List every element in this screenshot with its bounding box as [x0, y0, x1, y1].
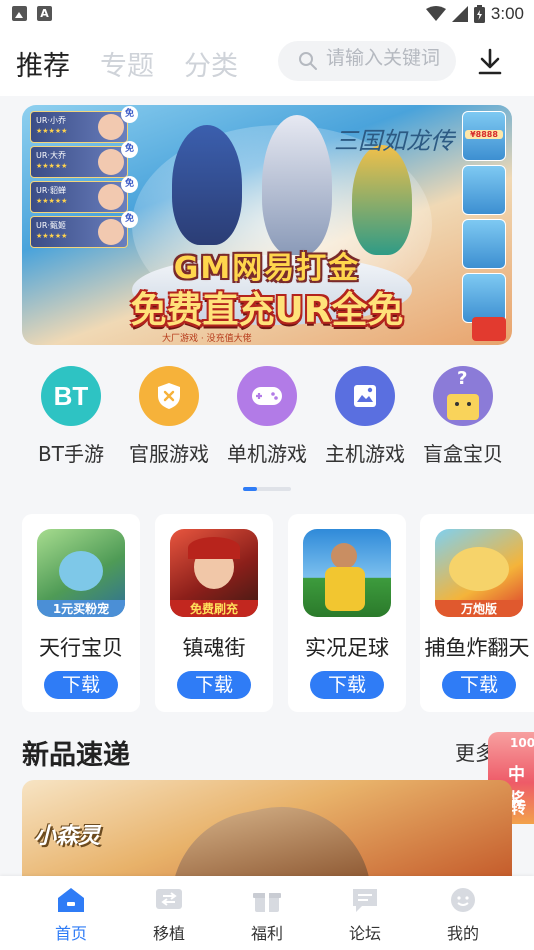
category-pager	[243, 487, 291, 491]
forum-icon	[351, 886, 379, 914]
category-row: BT BT手游 官服游戏 单机游戏 主机游戏 ? 盲盒宝贝	[0, 362, 534, 472]
nav-forum[interactable]: 论坛	[330, 886, 400, 944]
game-name: 实况足球	[305, 636, 389, 660]
tab-categories[interactable]: 分类	[184, 44, 238, 83]
ur-card: UR·小乔 ★★★★★ 免	[30, 106, 138, 143]
text-a-icon: A	[37, 6, 52, 21]
tab-topics[interactable]: 专题	[100, 44, 154, 83]
search-input[interactable]: 请输入关键词	[278, 41, 456, 81]
game-thumbnail: 万炮版	[435, 529, 523, 617]
featured-game-banner[interactable]: 小森灵	[22, 780, 512, 880]
ur-portrait	[98, 149, 124, 175]
wifi-icon	[425, 6, 446, 21]
game-thumbnail: 1元买粉宠	[37, 529, 125, 617]
parasol-art	[154, 790, 370, 880]
section-title-new-products: 新品速递	[22, 740, 130, 771]
download-button[interactable]: 下载	[177, 671, 251, 699]
reward-item: ¥8888	[462, 111, 506, 161]
game-thumbnail	[303, 529, 391, 617]
ur-card-list: UR·小乔 ★★★★★ 免 UR·大乔 ★★★★★ 免 UR·貂蝉 ★★★★★ …	[30, 106, 138, 251]
category-mystery-box[interactable]: ? 盲盒宝贝	[414, 362, 512, 467]
download-button[interactable]: 下载	[44, 671, 118, 699]
bottom-nav: 首页 移植 福利 论坛 我的	[0, 876, 534, 950]
hero-character-right	[352, 145, 412, 255]
clock: 3:00	[490, 4, 524, 23]
top-nav: 推荐 专题 分类 请输入关键词	[0, 30, 534, 96]
game-card[interactable]: 免费刷充 镇魂街 下载	[155, 514, 273, 712]
banner-game-logo: 三国如龙传	[334, 127, 454, 155]
game-name: 天行宝贝	[39, 636, 123, 660]
battery-icon	[473, 5, 485, 23]
hero-character-center	[262, 115, 332, 255]
pager-active-dot	[243, 487, 257, 491]
game-card[interactable]: 万炮版 捕鱼炸翻天 下载	[420, 514, 534, 712]
nav-profile[interactable]: 我的	[428, 886, 498, 944]
game-name: 镇魂街	[182, 636, 246, 660]
category-official-games[interactable]: 官服游戏	[120, 362, 218, 467]
category-single-player[interactable]: 单机游戏	[218, 362, 316, 467]
ur-portrait	[98, 219, 124, 245]
bt-icon: BT	[41, 366, 101, 426]
tab-recommend[interactable]: 推荐	[16, 44, 70, 83]
download-button[interactable]: 下载	[310, 671, 384, 699]
image-icon	[12, 6, 27, 21]
category-console-games[interactable]: 主机游戏	[316, 362, 414, 467]
ur-card: UR·大乔 ★★★★★ 免	[30, 141, 138, 178]
profile-icon	[449, 886, 477, 914]
hero-character-left	[172, 125, 242, 245]
gift-icon	[253, 886, 281, 914]
banner-fine-print: 大厂游戏 · 没充值大佬	[162, 334, 252, 344]
category-bt-games[interactable]: BT BT手游	[22, 362, 120, 467]
ur-portrait	[98, 184, 124, 210]
ur-portrait	[98, 114, 124, 140]
publisher-logo-icon	[472, 317, 506, 341]
transfer-icon	[155, 886, 183, 914]
game-thumbnail: 免费刷充	[170, 529, 258, 617]
download-icon[interactable]	[476, 48, 504, 76]
promo-banner[interactable]: UR·小乔 ★★★★★ 免 UR·大乔 ★★★★★ 免 UR·貂蝉 ★★★★★ …	[22, 105, 512, 345]
featured-game-logo: 小森灵	[34, 824, 101, 849]
banner-subheadline: 免费直充UR全免	[130, 290, 404, 331]
download-button[interactable]: 下载	[442, 671, 516, 699]
game-name: 捕鱼炸翻天	[424, 636, 530, 660]
search-placeholder: 请输入关键词	[326, 47, 441, 69]
search-icon	[299, 52, 317, 70]
signal-icon	[451, 6, 468, 22]
gamepad-icon	[237, 366, 297, 426]
home-icon	[57, 886, 85, 914]
status-bar: A 3:00	[0, 0, 534, 30]
shield-icon	[139, 366, 199, 426]
console-icon	[335, 366, 395, 426]
reward-item	[462, 165, 506, 215]
nav-gifts[interactable]: 福利	[232, 886, 302, 944]
game-card[interactable]: 1元买粉宠 天行宝贝 下载	[22, 514, 140, 712]
mystery-box-icon: ?	[433, 366, 493, 426]
nav-transfer[interactable]: 移植	[134, 886, 204, 944]
nav-home[interactable]: 首页	[36, 886, 106, 944]
game-card[interactable]: 实况足球 下载	[288, 514, 406, 712]
ur-card: UR·貂蝉 ★★★★★ 免	[30, 176, 138, 213]
